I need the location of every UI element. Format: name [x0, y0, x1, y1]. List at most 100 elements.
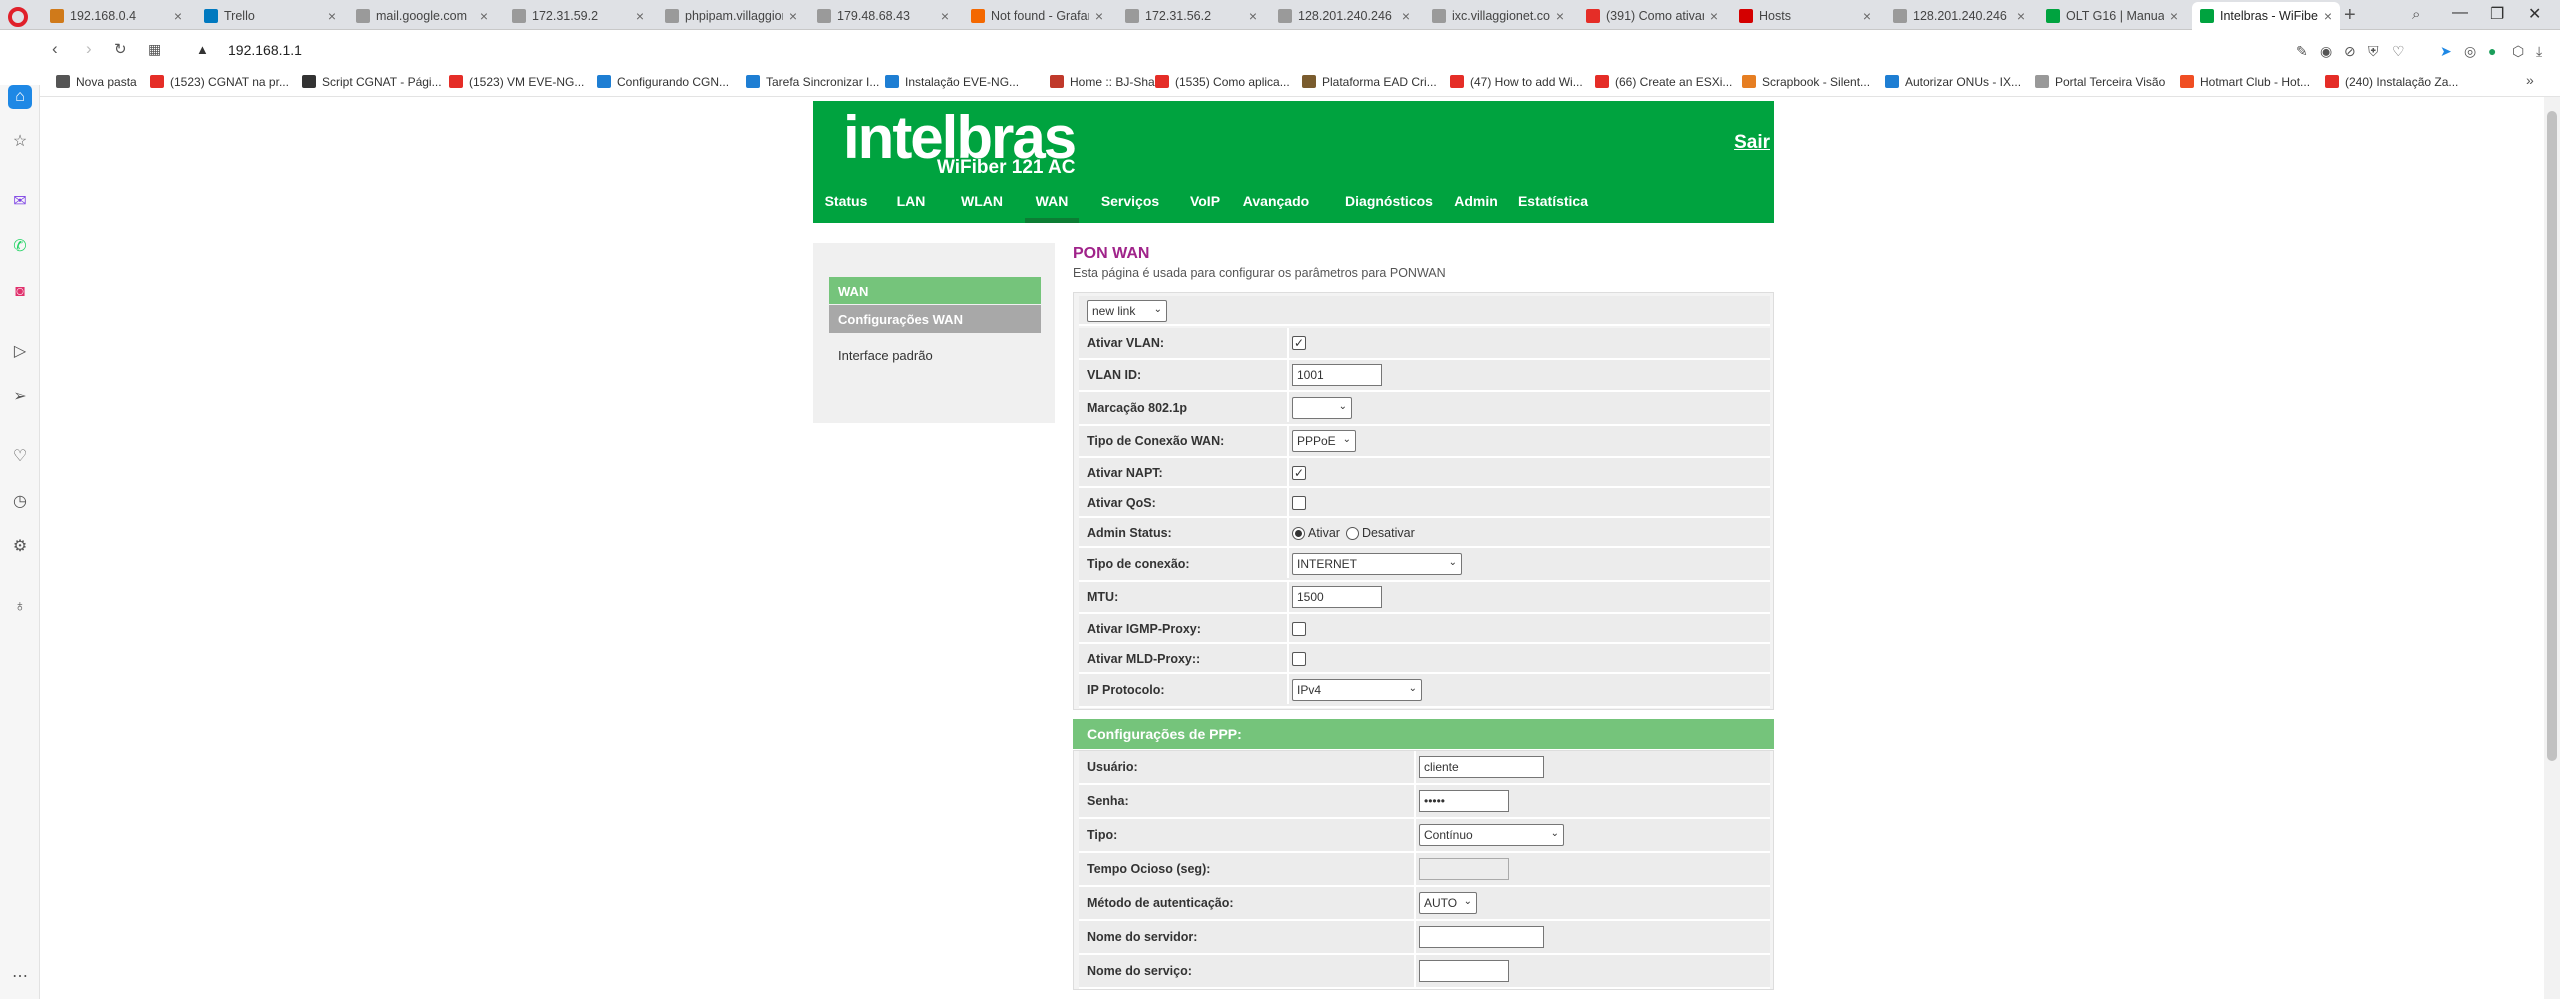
favorites-icon[interactable]: ♡ — [8, 445, 32, 469]
menu-item[interactable]: Diagnósticos — [1339, 187, 1439, 223]
bookmark-item[interactable]: Tarefa Sincronizar I... — [746, 75, 879, 89]
opera-logo-icon[interactable] — [8, 7, 28, 27]
page-scrollbar[interactable] — [2544, 97, 2560, 999]
menu-circle-icon[interactable]: ◎ — [2464, 43, 2476, 60]
menu-item[interactable]: Admin — [1451, 187, 1501, 223]
ppp-tipo-select[interactable]: Contínuo ⌄ — [1419, 824, 1564, 846]
box-icon[interactable]: ⬡ — [2512, 43, 2524, 60]
bookmarks-more-icon[interactable]: » — [2526, 72, 2534, 88]
menu-item[interactable]: Avançado — [1235, 187, 1317, 223]
browser-tab[interactable]: ixc.villaggionet.com × — [1424, 2, 1572, 30]
bookmark-item[interactable]: (66) Create an ESXi... — [1595, 75, 1732, 89]
admin-disable-radio[interactable] — [1345, 526, 1359, 540]
bookmark-item[interactable]: Scrapbook - Silent... — [1742, 75, 1870, 89]
ppp-idle-input[interactable] — [1419, 858, 1509, 880]
napt-checkbox[interactable]: ✓ — [1292, 466, 1306, 480]
bookmark-item[interactable]: (1523) CGNAT na pr... — [150, 75, 289, 89]
home-icon[interactable]: ⌂ — [8, 85, 32, 109]
browser-tab[interactable]: Not found - Grafan × — [963, 2, 1111, 30]
star-icon[interactable]: ☆ — [8, 130, 32, 154]
browser-tab[interactable]: Intelbras - WiFiber × — [2192, 2, 2340, 30]
bookmark-item[interactable]: (1523) VM EVE-NG... — [449, 75, 584, 89]
ppp-server-input[interactable] — [1419, 926, 1544, 948]
menu-item[interactable]: WLAN — [953, 187, 1011, 223]
tab-close-icon[interactable]: × — [174, 8, 182, 24]
send-icon[interactable]: ➤ — [2440, 43, 2452, 60]
download-icon[interactable]: ⤓ — [2536, 43, 2542, 60]
tab-close-icon[interactable]: × — [636, 8, 644, 24]
player-icon[interactable]: ▷ — [8, 340, 32, 364]
nav-section-wan[interactable]: WAN — [829, 277, 1041, 304]
bookmark-item[interactable]: Instalação EVE-NG... — [885, 75, 1019, 89]
mld-proxy-checkbox[interactable] — [1292, 652, 1306, 666]
ip-protocol-select[interactable]: IPv4 ⌄ — [1292, 679, 1422, 701]
minimize-button[interactable]: — — [2452, 4, 2468, 22]
browser-tab[interactable]: (391) Como ativar × — [1578, 2, 1726, 30]
tab-close-icon[interactable]: × — [1710, 8, 1718, 24]
link-select[interactable]: new link ⌄ — [1087, 300, 1167, 322]
bookmark-item[interactable]: (47) How to add Wi... — [1450, 75, 1583, 89]
tab-close-icon[interactable]: × — [1249, 8, 1257, 24]
tab-close-icon[interactable]: × — [2324, 8, 2332, 24]
edit-icon[interactable]: ✎ — [2296, 43, 2308, 60]
not-secure-icon[interactable]: ▲ — [196, 42, 209, 57]
tabs-grid-icon[interactable]: ▦ — [148, 41, 161, 58]
bookmark-item[interactable]: (1535) Como aplica... — [1155, 75, 1290, 89]
tab-close-icon[interactable]: × — [2017, 8, 2025, 24]
tipo-conexao-select[interactable]: INTERNET ⌄ — [1292, 553, 1462, 575]
tab-close-icon[interactable]: × — [1556, 8, 1564, 24]
menu-item[interactable]: WAN — [1025, 187, 1079, 223]
vpn-icon[interactable]: ⛨ — [2368, 43, 2379, 60]
bookmark-item[interactable]: Configurando CGN... — [597, 75, 729, 89]
bookmark-item[interactable]: Plataforma EAD Cri... — [1302, 75, 1437, 89]
profile-icon[interactable]: ● — [2488, 43, 2496, 59]
qos-checkbox[interactable] — [1292, 496, 1306, 510]
bookmark-item[interactable]: Script CGNAT - Pági... — [302, 75, 442, 89]
wan-conn-type-select[interactable]: PPPoE ⌄ — [1292, 430, 1356, 452]
p8021-select[interactable]: ⌄ — [1292, 397, 1352, 419]
browser-tab[interactable]: 172.31.59.2 × — [504, 2, 652, 30]
browser-tab[interactable]: 172.31.56.2 × — [1117, 2, 1265, 30]
tab-close-icon[interactable]: × — [1095, 8, 1103, 24]
ppp-password-input[interactable]: ••••• — [1419, 790, 1509, 812]
nav-item-config-wan[interactable]: Configurações WAN — [829, 305, 1041, 333]
browser-tab[interactable]: 179.48.68.43 × — [809, 2, 957, 30]
browser-tab[interactable]: OLT G16 | Manual × — [2038, 2, 2186, 30]
bookmark-item[interactable]: (240) Instalação Za... — [2325, 75, 2458, 89]
tab-close-icon[interactable]: × — [2170, 8, 2178, 24]
mtu-input[interactable]: 1500 — [1292, 586, 1382, 608]
heart-icon[interactable]: ♡ — [2392, 43, 2405, 60]
bookmark-item[interactable]: Home :: BJ-Share — [1050, 75, 1165, 89]
adblock-icon[interactable]: ⊘ — [2344, 43, 2356, 60]
menu-item[interactable]: VoIP — [1183, 187, 1227, 223]
forward-button[interactable]: › — [86, 39, 92, 59]
new-tab-button[interactable]: + — [2344, 4, 2356, 27]
whatsapp-icon[interactable]: ✆ — [8, 235, 32, 259]
ppp-service-input[interactable] — [1419, 960, 1509, 982]
search-tabs-icon[interactable]: ⌕ — [2412, 6, 2420, 23]
admin-enable-radio[interactable] — [1292, 526, 1305, 540]
nav-item-default-interface[interactable]: Interface padrão — [838, 348, 933, 363]
tab-close-icon[interactable]: × — [789, 8, 797, 24]
igmp-proxy-checkbox[interactable] — [1292, 622, 1306, 636]
vlan-id-input[interactable]: 1001 — [1292, 364, 1382, 386]
menu-item[interactable]: Estatística — [1509, 187, 1597, 223]
browser-tab[interactable]: Hosts × — [1731, 2, 1879, 30]
menu-item[interactable]: Status — [823, 187, 869, 223]
menu-item[interactable]: LAN — [891, 187, 931, 223]
tips-icon[interactable]: ♁ — [8, 595, 32, 619]
tab-close-icon[interactable]: × — [1402, 8, 1410, 24]
browser-tab[interactable]: 128.201.240.246 × — [1885, 2, 2033, 30]
send-sidebar-icon[interactable]: ➢ — [8, 385, 32, 409]
browser-tab[interactable]: mail.google.com × — [348, 2, 496, 30]
history-icon[interactable]: ◷ — [8, 490, 32, 514]
ppp-auth-select[interactable]: AUTO ⌄ — [1419, 892, 1477, 914]
settings-icon[interactable]: ⚙ — [8, 535, 32, 559]
camera-icon[interactable]: ◉ — [2320, 43, 2332, 60]
tab-close-icon[interactable]: × — [328, 8, 336, 24]
scrollbar-thumb[interactable] — [2547, 111, 2557, 761]
menu-item[interactable]: Serviços — [1095, 187, 1165, 223]
browser-tab[interactable]: Trello × — [196, 2, 344, 30]
more-icon[interactable]: ⋯ — [8, 965, 32, 989]
reload-button[interactable]: ↻ — [114, 40, 127, 58]
